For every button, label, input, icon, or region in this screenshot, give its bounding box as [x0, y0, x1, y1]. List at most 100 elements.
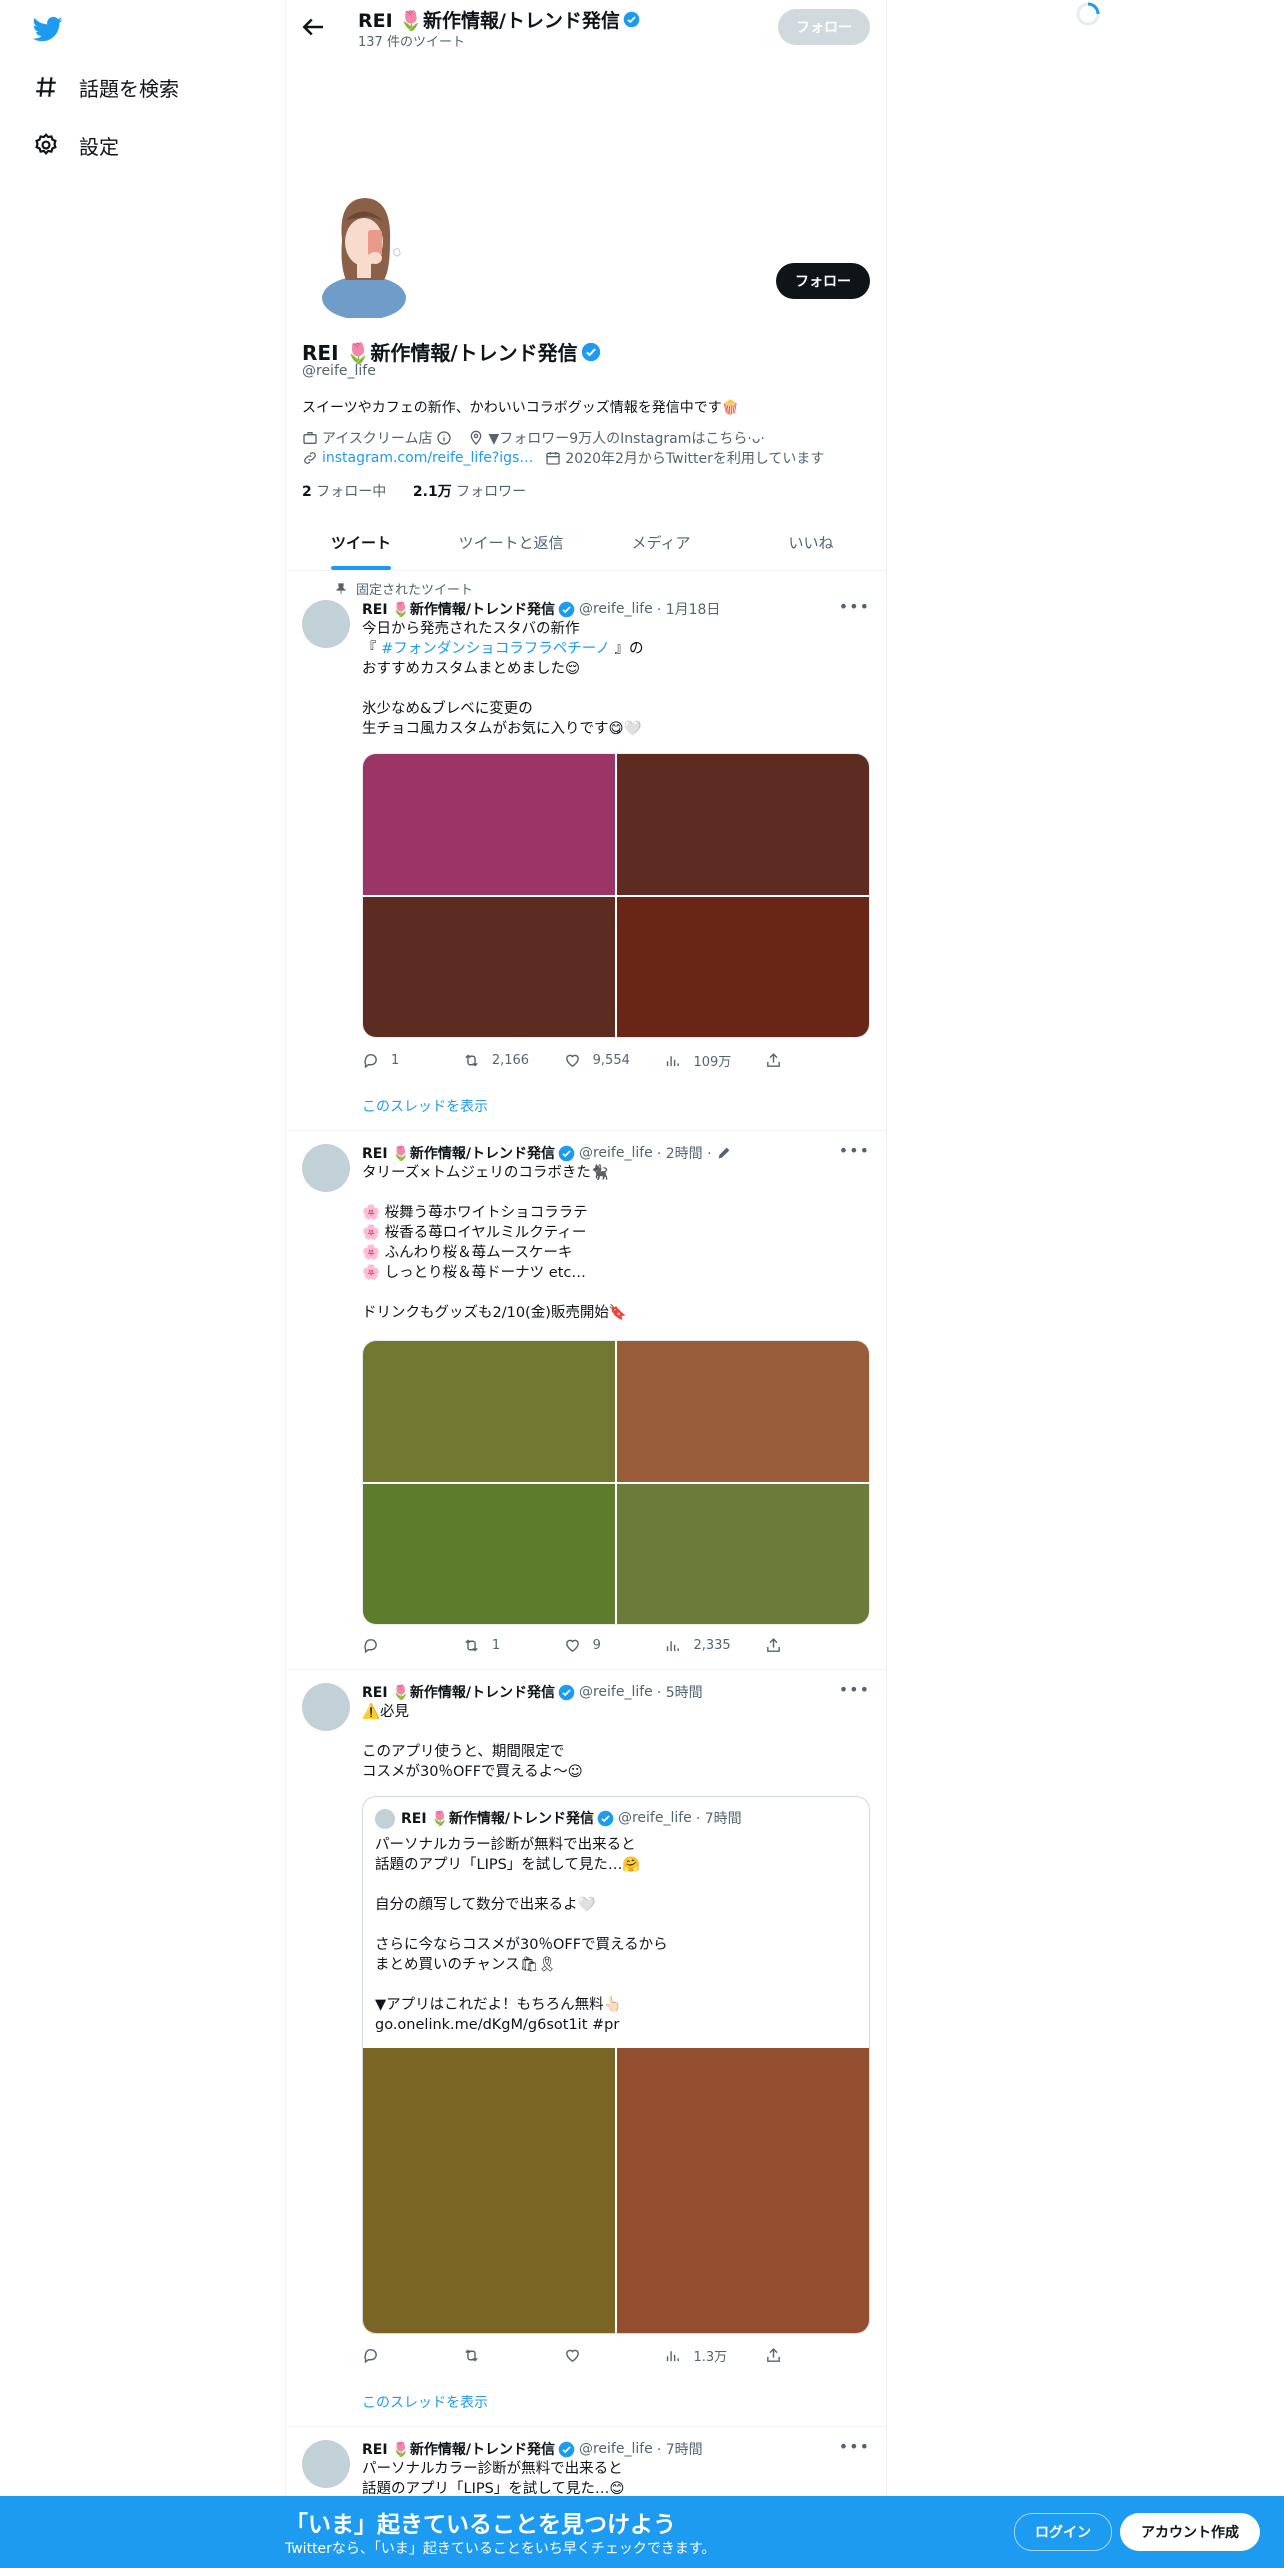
tweet[interactable]: 固定されたツイート REI 🌷新作情報/トレンド発信 @reife_life ·…	[286, 571, 886, 1131]
views-chart-icon	[667, 1056, 680, 1067]
verified-badge-icon	[558, 2441, 575, 2457]
login-button[interactable]: ログイン	[1014, 2513, 1112, 2551]
tweet-media-grid[interactable]	[362, 1340, 870, 1625]
header-follow-button[interactable]: フォロー	[778, 9, 870, 45]
reply-button[interactable]	[362, 1637, 463, 1654]
media-image[interactable]	[363, 896, 615, 1037]
briefcase-icon	[303, 432, 317, 444]
avatar[interactable]	[302, 1683, 350, 1731]
verified-badge-icon	[623, 11, 640, 28]
reply-icon	[364, 2349, 377, 2364]
profile-category: アイスクリーム店	[322, 431, 433, 447]
verified-badge-icon	[597, 1810, 614, 1826]
verified-badge-icon	[581, 342, 600, 361]
show-thread-link[interactable]: このスレッドを表示	[362, 1096, 488, 1116]
views-button[interactable]: 109万	[664, 1051, 765, 1070]
retweet-button[interactable]: 2,166	[463, 1051, 564, 1070]
tweet-text: ⚠️必見 このアプリ使うと、期間限定で コスメが30％OFFで買えるよ〜☺	[362, 1704, 583, 1780]
twitter-bird-icon[interactable]	[33, 14, 63, 44]
sidebar-item-explore[interactable]: 話題を検索	[33, 67, 179, 107]
share-button[interactable]	[765, 1637, 802, 1654]
profile-meta-row-1: アイスクリーム店 ▼フォロワー9万人のInstagramはこちら·ᴗ·	[302, 428, 765, 448]
following-link[interactable]: 2 フォロー中	[302, 484, 386, 500]
quote-media-grid[interactable]	[363, 2048, 869, 2333]
profile-stats: 2 フォロー中 2.1万 フォロワー	[302, 481, 526, 501]
follow-button[interactable]: フォロー	[776, 263, 870, 299]
tweet-header: REI 🌷新作情報/トレンド発信 @reife_life · 7時間	[362, 2441, 703, 2458]
followers-link[interactable]: 2.1万 フォロワー	[413, 484, 526, 500]
tweet-text: 今日から発売されたスタバの新作 『 #フォンダンショコラフラペチーノ 』の おす…	[362, 621, 644, 737]
tweet-header: REI 🌷新作情報/トレンド発信 @reife_life · 1月18日	[362, 601, 721, 618]
retweet-button[interactable]: 1	[463, 1637, 564, 1654]
heart-icon	[565, 1054, 579, 1068]
hashtag-icon	[36, 77, 56, 97]
reply-button[interactable]: 1	[362, 1051, 463, 1070]
more-options-icon[interactable]: •••	[839, 2437, 870, 2456]
verified-badge-icon	[558, 1684, 575, 1700]
like-button[interactable]	[564, 2346, 665, 2365]
signup-button[interactable]: アカウント作成	[1120, 2513, 1260, 2551]
profile-avatar[interactable]	[302, 180, 440, 320]
gear-icon	[35, 133, 57, 155]
share-icon	[767, 1638, 781, 1652]
views-chart-icon	[667, 1641, 680, 1652]
tweet-actions: 1 9 2,335	[362, 1637, 802, 1654]
media-image[interactable]	[617, 1341, 869, 1482]
signup-banner-title: 「いま」起きていることを見つけよう	[285, 2512, 676, 2538]
more-options-icon[interactable]: •••	[839, 1680, 870, 1699]
sidebar-item-settings[interactable]: 設定	[33, 125, 119, 165]
location-pin-icon	[471, 430, 482, 445]
tab-media[interactable]: メディア	[586, 517, 736, 570]
tweet-media-grid[interactable]	[362, 753, 870, 1038]
tab-likes[interactable]: いいね	[736, 517, 886, 570]
tweet-actions: 1 2,166 9,554 109万	[362, 1051, 802, 1070]
profile-link[interactable]: instagram.com/reife_life?igs…	[322, 450, 533, 466]
back-arrow-icon[interactable]	[298, 12, 328, 42]
link-icon	[304, 452, 316, 464]
tweet-count: 137 件のツイート	[358, 35, 465, 50]
tab-tweets-and-replies[interactable]: ツイートと返信	[436, 517, 586, 570]
tweet[interactable]: REI 🌷新作情報/トレンド発信 @reife_life · 5時間 ••• ⚠…	[286, 1670, 886, 2427]
share-icon	[767, 1053, 781, 1067]
profile-banner	[286, 53, 886, 193]
show-thread-link[interactable]: このスレッドを表示	[362, 2392, 488, 2412]
tab-tweets[interactable]: ツイート	[286, 517, 436, 570]
retweet-icon	[465, 1054, 478, 1067]
media-image[interactable]	[363, 2048, 615, 2333]
media-image[interactable]	[617, 896, 869, 1037]
media-image[interactable]	[617, 1483, 869, 1624]
profile-tabs: ツイート ツイートと返信 メディア いいね	[286, 517, 886, 571]
retweet-button[interactable]	[463, 2346, 564, 2365]
profile-name: REI 🌷新作情報/トレンド発信	[302, 337, 601, 366]
main-column: REI 🌷新作情報/トレンド発信 137 件のツイート フォロー フォロー RE…	[285, 0, 887, 2568]
views-chart-icon	[667, 2351, 680, 2362]
quote-text: パーソナルカラー診断が無料で出来ると 話題のアプリ「LIPS」を試して見た…🤗 …	[375, 1837, 668, 2033]
media-image[interactable]	[363, 1341, 615, 1482]
reply-icon	[364, 1054, 377, 1069]
hashtag-link[interactable]: #フォンダンショコラフラペチーノ	[381, 641, 610, 657]
more-options-icon[interactable]: •••	[839, 1141, 870, 1160]
calendar-icon	[546, 452, 561, 465]
share-button[interactable]	[765, 2346, 802, 2365]
avatar[interactable]	[302, 1144, 350, 1192]
views-button[interactable]: 2,335	[664, 1637, 765, 1654]
share-button[interactable]	[765, 1051, 802, 1070]
info-icon[interactable]	[436, 430, 452, 446]
pencil-icon	[718, 1147, 729, 1159]
like-button[interactable]: 9	[564, 1637, 665, 1654]
tweet-header: REI 🌷新作情報/トレンド発信 @reife_life · 2時間 ·	[362, 1143, 732, 1163]
views-button[interactable]: 1.3万	[664, 2346, 765, 2365]
tweet[interactable]: REI 🌷新作情報/トレンド発信 @reife_life · 2時間 · •••…	[286, 1131, 886, 1670]
quoted-tweet[interactable]: REI 🌷新作情報/トレンド発信 @reife_life · 7時間 パーソナル…	[362, 1796, 870, 2334]
more-options-icon[interactable]: •••	[839, 597, 870, 616]
media-image[interactable]	[363, 1483, 615, 1624]
sidebar-item-label: 設定	[79, 134, 119, 159]
avatar[interactable]	[302, 2440, 350, 2488]
like-button[interactable]: 9,554	[564, 1051, 665, 1070]
media-image[interactable]	[617, 2048, 869, 2333]
media-image[interactable]	[617, 754, 869, 895]
sidebar: 話題を検索 設定	[0, 0, 285, 2568]
reply-button[interactable]	[362, 2346, 463, 2365]
media-image[interactable]	[363, 754, 615, 895]
avatar[interactable]	[302, 600, 350, 648]
